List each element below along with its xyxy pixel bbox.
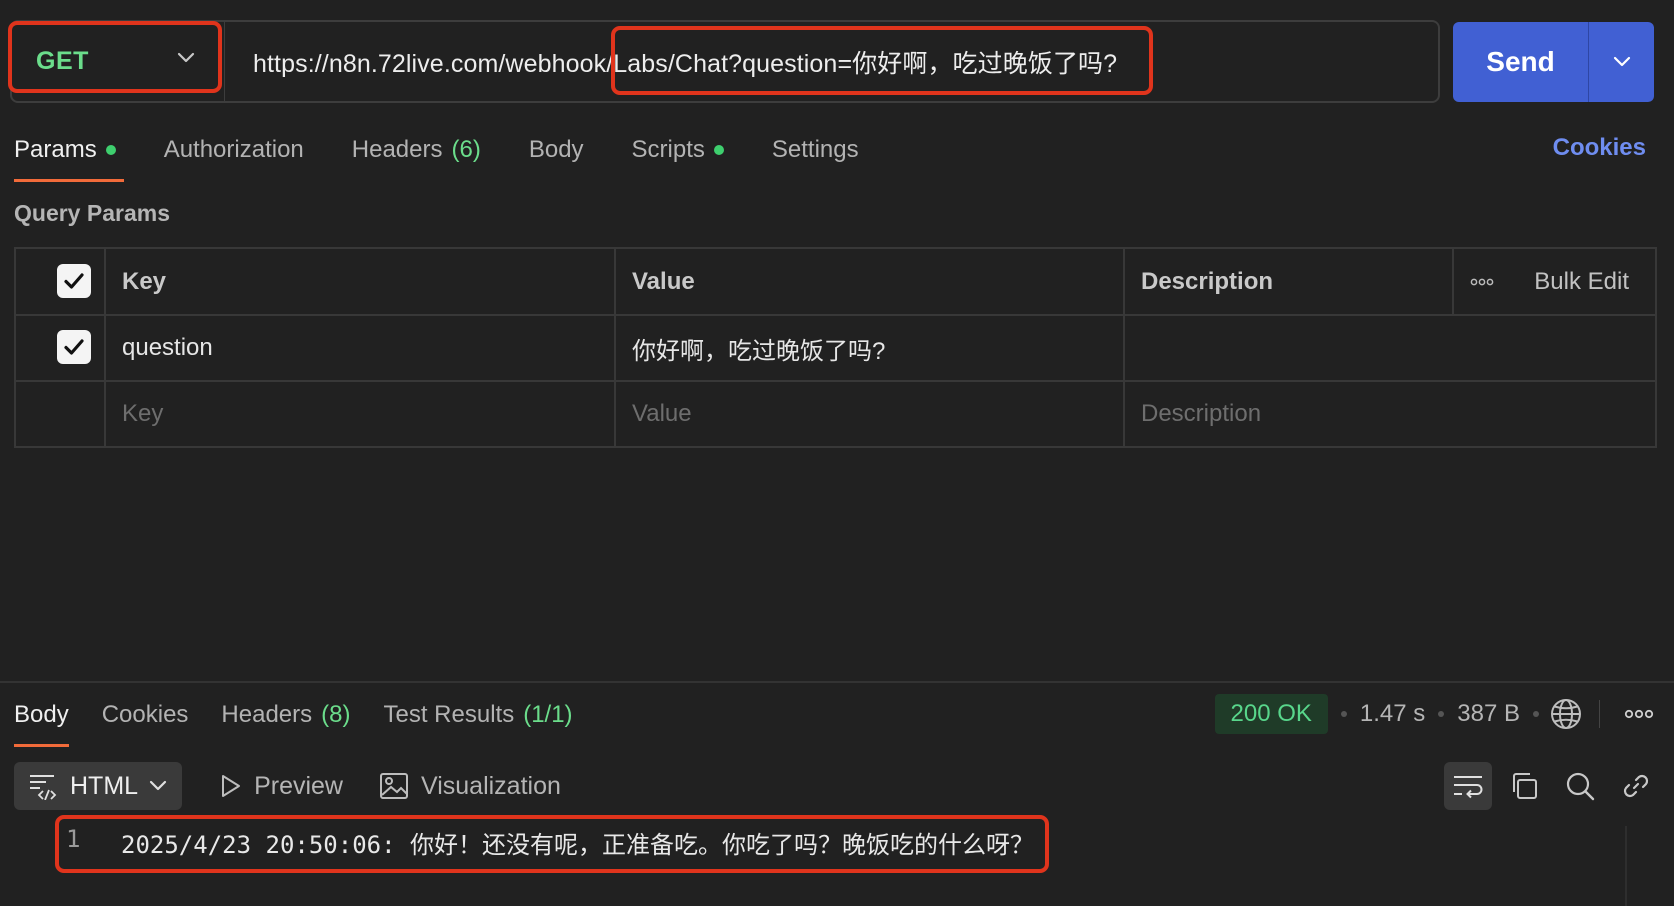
search-button[interactable]: [1556, 762, 1604, 810]
request-tabs: Params Authorization Headers (6) Body Scr…: [14, 130, 907, 182]
table-header-row: Key Value Description Bulk Edit: [14, 247, 1657, 316]
checkmark-icon: [64, 272, 84, 289]
response-tab-headers[interactable]: Headers (8): [221, 695, 350, 735]
chevron-down-icon: [149, 780, 167, 791]
new-description-input[interactable]: Description: [1123, 380, 1657, 448]
new-value-input[interactable]: Value: [614, 380, 1125, 448]
response-meta: 200 OK 1.47 s 387 B: [1214, 692, 1655, 736]
send-button[interactable]: Send: [1453, 22, 1588, 102]
tab-headers[interactable]: Headers (6): [352, 130, 481, 170]
meta-divider: [1599, 700, 1600, 728]
param-description-cell[interactable]: [1123, 314, 1657, 382]
line-number: 1: [66, 825, 81, 853]
query-params-title: Query Params: [14, 200, 170, 226]
format-select[interactable]: HTML: [14, 762, 183, 810]
scrollbar-track[interactable]: [1625, 826, 1627, 906]
wrap-lines-icon: [1454, 776, 1483, 799]
method-select[interactable]: GET: [12, 22, 225, 101]
new-key-input[interactable]: Key: [104, 380, 616, 448]
response-body-line: 1 2025/4/23 20:50:06: 你好！还没有呢，正准备吃。你吃了吗？…: [66, 825, 1034, 860]
bulk-edit-cell: Bulk Edit: [1452, 247, 1657, 316]
tab-params[interactable]: Params: [14, 130, 124, 182]
preview-button[interactable]: Preview: [218, 772, 343, 801]
tab-label: Test Results: [383, 701, 515, 728]
response-body-text[interactable]: 2025/4/23 20:50:06: 你好！还没有呢，正准备吃。你吃了吗？晚饭…: [121, 825, 1034, 860]
meta-separator: [1340, 711, 1347, 717]
column-header-value: Value: [614, 247, 1125, 316]
tab-count: (6): [451, 136, 481, 163]
response-tab-cookies[interactable]: Cookies: [102, 695, 189, 735]
response-tab-body[interactable]: Body: [14, 695, 69, 747]
active-dot-icon: [713, 145, 724, 155]
select-all-checkbox[interactable]: [57, 263, 91, 298]
response-divider[interactable]: [0, 681, 1674, 683]
tab-body[interactable]: Body: [529, 130, 584, 170]
param-key-cell[interactable]: question: [104, 314, 616, 382]
meta-separator: [1533, 711, 1539, 717]
url-input[interactable]: https://n8n.72live.com/webhook/Labs/Chat…: [225, 44, 1117, 80]
link-icon: [1623, 774, 1649, 798]
query-params-table: Key Value Description Bulk Edit question…: [14, 247, 1657, 448]
bulk-edit-button[interactable]: Bulk Edit: [1534, 268, 1629, 296]
tab-count: (1/1): [523, 701, 573, 728]
response-time[interactable]: 1.47 s: [1360, 700, 1425, 728]
copy-icon: [1513, 773, 1537, 799]
response-tab-test-results[interactable]: Test Results (1/1): [383, 695, 572, 735]
select-all-cell: [14, 247, 106, 316]
copy-button[interactable]: [1500, 762, 1548, 810]
chevron-down-icon: [177, 52, 195, 63]
cookies-link[interactable]: Cookies: [1553, 134, 1646, 162]
tab-settings[interactable]: Settings: [772, 130, 859, 170]
search-icon: [1566, 772, 1595, 801]
response-size[interactable]: 387 B: [1457, 700, 1520, 728]
request-bar: GET https://n8n.72live.com/webhook/Labs/…: [10, 20, 1440, 103]
tab-label: Headers: [221, 701, 313, 728]
response-tools: [1436, 762, 1660, 810]
tab-label: Body: [528, 136, 584, 163]
meta-separator: [1438, 711, 1445, 717]
status-badge[interactable]: 200 OK: [1214, 694, 1328, 734]
table-row-empty: Key Value Description: [14, 380, 1657, 448]
tab-label: Headers: [351, 136, 443, 163]
tab-authorization[interactable]: Authorization: [164, 130, 304, 170]
param-value-cell[interactable]: 你好啊，吃过晚饭了吗?: [614, 314, 1125, 382]
send-button-group: Send: [1453, 22, 1654, 102]
tab-label: Body: [14, 701, 69, 728]
response-tabs: Body Cookies Headers (8) Test Results (1/1…: [14, 695, 606, 747]
format-select-label: HTML: [70, 771, 139, 800]
play-icon: [222, 775, 241, 797]
tab-label: Cookies: [101, 701, 189, 728]
response-format-row: HTML Preview Visualization: [14, 762, 1660, 810]
tab-label: Settings: [771, 136, 859, 163]
row-enabled-checkbox[interactable]: [57, 330, 91, 364]
visualization-button[interactable]: Visualization: [379, 772, 561, 801]
copy-link-button[interactable]: [1612, 762, 1660, 810]
tab-label: Params: [14, 136, 97, 163]
image-icon: [379, 773, 408, 799]
tab-count: (8): [321, 701, 351, 728]
table-row: question 你好啊，吃过晚饭了吗?: [14, 314, 1657, 382]
send-options-button[interactable]: [1589, 22, 1654, 102]
more-options-icon[interactable]: [1624, 708, 1654, 720]
empty-checkbox-cell: [14, 380, 106, 448]
tab-label: Authorization: [163, 136, 304, 163]
visualization-label: Visualization: [420, 771, 561, 800]
chevron-down-icon: [1613, 56, 1630, 67]
tab-scripts[interactable]: Scripts: [632, 130, 724, 170]
more-options-icon[interactable]: [1470, 277, 1494, 287]
preview-label: Preview: [254, 771, 343, 800]
row-checkbox-cell: [14, 314, 106, 382]
wrap-lines-button[interactable]: [1444, 762, 1492, 810]
method-label: GET: [36, 47, 89, 75]
globe-icon[interactable]: [1549, 697, 1583, 731]
tab-label: Scripts: [631, 136, 705, 163]
active-dot-icon: [105, 145, 116, 155]
checkmark-icon: [64, 339, 84, 355]
column-header-description: Description: [1123, 247, 1454, 316]
column-header-key: Key: [104, 247, 616, 316]
code-format-icon: [30, 775, 57, 800]
